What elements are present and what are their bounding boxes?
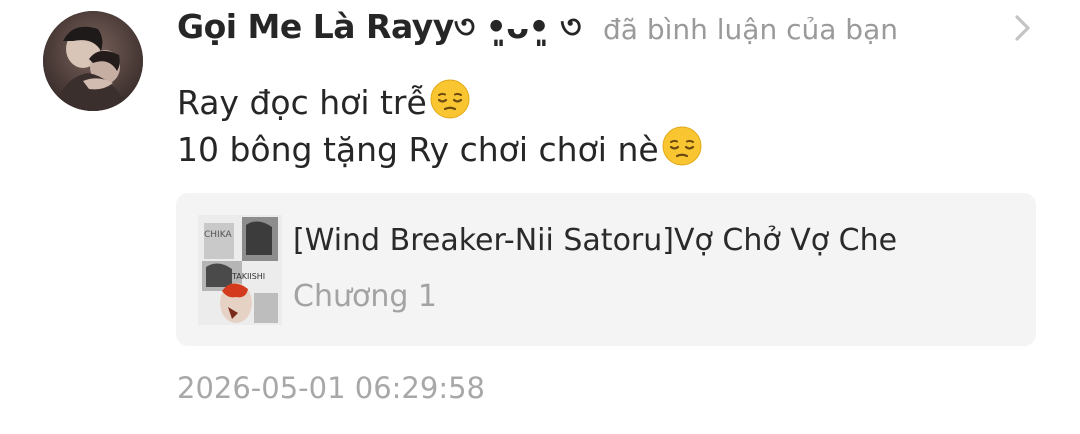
story-title[interactable]: [Wind Breaker-Nii Satoru]Vợ Chở Vợ Che [293,223,897,258]
chapter-label[interactable]: Chương 1 [293,279,437,314]
username[interactable]: Gọi Me Là Rayy৩ •͈ᴗ•͈ ৩ [177,1,582,57]
comment-line: 10 bông tặng Ry chơi chơi nè [177,125,1017,172]
chevron-right-icon[interactable] [1008,10,1038,46]
story-cover-image: CHIKA TAKIISHI [198,215,282,325]
avatar-image [43,11,143,111]
pensive-face-emoji [661,125,703,167]
cover-text: CHIKA [204,230,232,240]
pensive-face-emoji [429,78,471,120]
story-card[interactable]: CHIKA TAKIISHI [Wind Breaker-Nii Satoru]… [176,193,1036,346]
comment-notification[interactable]: Gọi Me Là Rayy৩ •͈ᴗ•͈ ৩ đã bình luận của… [0,0,1080,434]
avatar[interactable] [43,11,143,111]
action-text: đã bình luận của bạn [603,12,898,46]
timestamp: 2026-05-01 06:29:58 [177,371,485,405]
comment-line: Ray đọc hơi trễ [177,78,1017,125]
cover-text: TAKIISHI [231,272,265,281]
notification-header: Gọi Me Là Rayy৩ •͈ᴗ•͈ ৩ đã bình luận của… [177,6,997,52]
comment-body: Ray đọc hơi trễ 10 bông tặng Ry chơi chơ… [177,78,1017,172]
